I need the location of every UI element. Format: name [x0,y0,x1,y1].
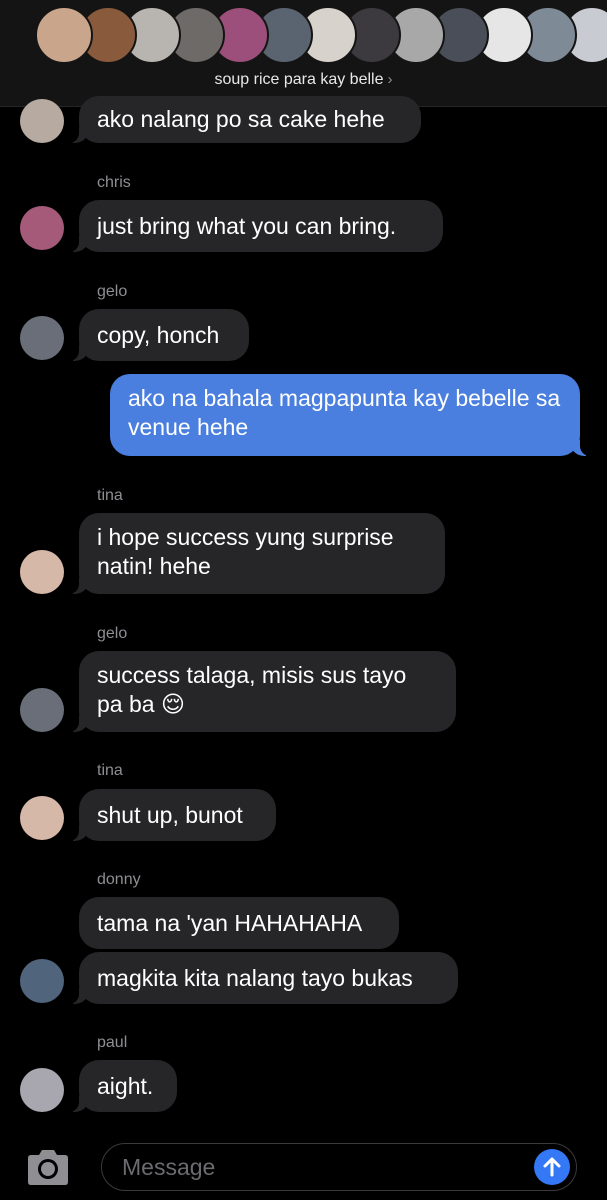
camera-button[interactable] [24,1148,72,1188]
sender-name: chris [97,174,131,191]
composer-bar [0,1134,607,1200]
avatar[interactable] [20,316,64,360]
avatar[interactable] [20,99,64,143]
outgoing-message-bubble[interactable]: ako na bahala magpapunta kay bebelle sa … [110,374,590,456]
avatar[interactable] [20,550,64,594]
avatar[interactable] [20,796,64,840]
message-bubble[interactable]: success talaga, misis sus tayo pa ba 😌 [69,651,456,732]
message-bubble[interactable]: i hope success yung surprise natin! hehe [69,513,445,594]
sender-name: tina [97,762,123,779]
message-text: shut up, bunot [97,801,243,828]
group-title[interactable]: soup rice para kay belle › [0,71,607,89]
message-bubble[interactable]: tama na 'yan HAHAHAHA [79,897,399,949]
message-bubble[interactable]: just bring what you can bring. [69,200,443,252]
avatar[interactable] [20,688,64,732]
avatar[interactable] [20,1068,64,1112]
sender-name: paul [97,1034,128,1051]
message-bubble[interactable]: aight. [69,1060,177,1112]
message-bubble[interactable]: copy, honch [69,309,249,361]
group-avatars[interactable] [35,6,607,64]
send-button[interactable] [534,1149,570,1185]
conversation-header: soup rice para kay belle › [0,0,607,107]
message-text: just bring what you can bring. [97,212,397,239]
message-input[interactable] [101,1143,577,1191]
avatar[interactable] [20,206,64,250]
chevron-right-icon[interactable]: › [387,71,392,88]
message-text: tama na 'yan HAHAHAHA [97,909,363,936]
avatar[interactable] [20,959,64,1003]
message-text: magkita kita nalang tayo bukas [97,964,413,991]
message-bubble[interactable]: shut up, bunot [69,789,276,841]
message-text: ako na bahala magpapunta kay bebelle sa … [128,385,561,440]
sender-name: tina [97,487,123,504]
arrow-up-icon [543,1157,561,1177]
message-text: copy, honch [97,321,220,348]
message-bubble[interactable]: magkita kita nalang tayo bukas [69,952,458,1004]
message-text: aight. [97,1072,154,1099]
group-name[interactable]: soup rice para kay belle [215,71,384,88]
sender-name: donny [97,871,141,888]
message-text: ako nalang po sa cake hehe [97,106,385,132]
sender-name: gelo [97,283,128,300]
camera-icon [28,1150,68,1185]
member-avatar[interactable] [35,6,93,64]
message-text: i hope success yung surprise natin! hehe [97,524,394,579]
sender-name: gelo [97,625,128,642]
message-bubble[interactable]: ako nalang po sa cake hehe [69,96,421,143]
message-text: success talaga, misis sus tayo pa ba 😌 [97,662,407,717]
